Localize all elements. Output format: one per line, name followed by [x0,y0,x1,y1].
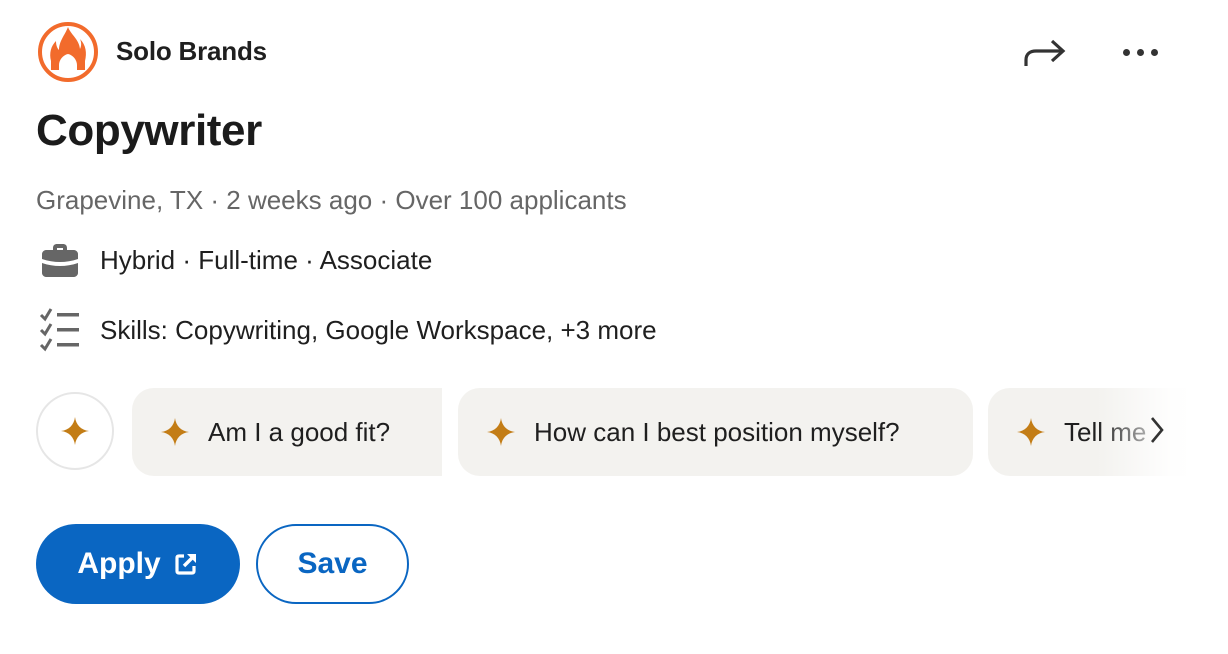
ai-prompt-carousel: Am I a good fit? How can I best position… [36,388,1186,476]
sparkle-icon [486,417,516,447]
apply-label: Apply [77,547,161,580]
carousel-fade [1096,388,1186,476]
sparkle-icon [61,417,89,445]
job-meta: Grapevine, TX · 2 weeks ago · Over 100 a… [36,185,627,215]
job-type-text: Hybrid · Full-time · Associate [100,244,433,275]
flame-logo-icon [38,22,98,82]
save-button[interactable]: Save [256,524,409,604]
external-link-icon [175,554,196,575]
ai-assistant-button[interactable] [36,392,114,470]
apply-button[interactable]: Apply [36,524,240,604]
sparkle-icon [160,417,190,447]
chevron-right-icon [1151,417,1164,443]
chip-label: How can I best position myself? [534,416,900,447]
job-type-row: Hybrid · Full-time · Associate [36,240,432,280]
carousel-next-button[interactable] [1142,408,1172,452]
skills-text[interactable]: Skills: Copywriting, Google Workspace, +… [100,315,657,346]
dot [1150,48,1158,56]
briefcase-icon [36,240,84,280]
save-label: Save [297,547,368,580]
dot [1136,48,1144,56]
dot [1122,48,1130,56]
prompt-chip-good-fit[interactable]: Am I a good fit? [132,388,442,476]
checklist-icon [36,308,84,352]
chip-label: Am I a good fit? [208,416,391,447]
sparkle-icon [1016,417,1046,447]
share-button[interactable] [1018,30,1070,74]
skills-row[interactable]: Skills: Copywriting, Google Workspace, +… [36,308,657,352]
company-logo[interactable] [37,21,99,83]
share-arrow-icon [1024,39,1066,66]
more-options-button[interactable] [1112,30,1168,74]
prompt-chip-position[interactable]: How can I best position myself? [458,388,973,476]
job-title: Copywriter [36,106,262,155]
company-name[interactable]: Solo Brands [116,36,267,67]
